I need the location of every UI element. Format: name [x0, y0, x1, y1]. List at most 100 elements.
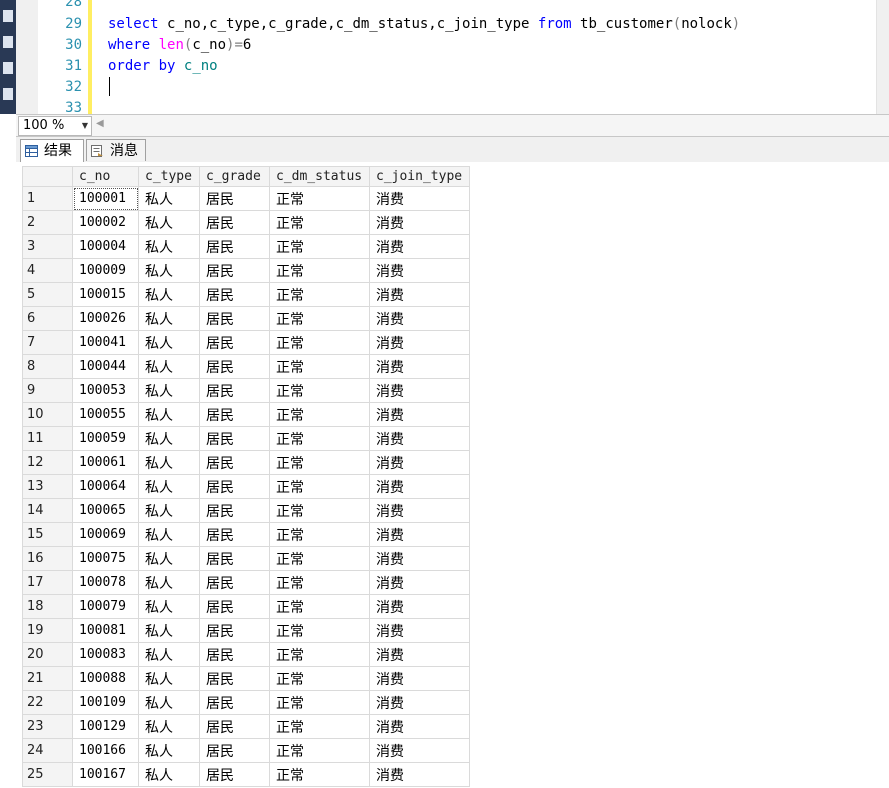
table-row[interactable]: 25 100167 私人 居民 正常 消费: [22, 762, 470, 787]
cell-c-join-type[interactable]: 消费: [369, 402, 470, 427]
cell-c-join-type[interactable]: 消费: [369, 618, 470, 643]
row-number-cell[interactable]: 25: [22, 762, 73, 787]
cell-c-join-type[interactable]: 消费: [369, 666, 470, 691]
cell-c-join-type[interactable]: 消费: [369, 306, 470, 331]
cell-c-type[interactable]: 私人: [138, 234, 200, 259]
table-row[interactable]: 19 100081 私人 居民 正常 消费: [22, 618, 470, 643]
cell-c-no[interactable]: 100081: [72, 618, 139, 643]
cell-c-dm-status[interactable]: 正常: [269, 330, 370, 355]
cell-c-join-type[interactable]: 消费: [369, 426, 470, 451]
grid-corner[interactable]: [22, 166, 73, 187]
cell-c-type[interactable]: 私人: [138, 570, 200, 595]
table-row[interactable]: 21 100088 私人 居民 正常 消费: [22, 666, 470, 691]
row-number-cell[interactable]: 8: [22, 354, 73, 379]
cell-c-no[interactable]: 100055: [72, 402, 139, 427]
cell-c-type[interactable]: 私人: [138, 498, 200, 523]
column-header-c-join-type[interactable]: c_join_type: [369, 166, 470, 187]
cell-c-no[interactable]: 100088: [72, 666, 139, 691]
cell-c-dm-status[interactable]: 正常: [269, 642, 370, 667]
cell-c-type[interactable]: 私人: [138, 522, 200, 547]
cell-c-grade[interactable]: 居民: [199, 570, 270, 595]
cell-c-type[interactable]: 私人: [138, 402, 200, 427]
results-grid[interactable]: c_no c_type c_grade c_dm_status c_join_t…: [22, 166, 470, 787]
toolbox-tab-mark[interactable]: [3, 62, 13, 74]
cell-c-dm-status[interactable]: 正常: [269, 210, 370, 235]
cell-c-dm-status[interactable]: 正常: [269, 570, 370, 595]
cell-c-grade[interactable]: 居民: [199, 210, 270, 235]
cell-c-join-type[interactable]: 消费: [369, 450, 470, 475]
table-row[interactable]: 2 100002 私人 居民 正常 消费: [22, 210, 470, 235]
row-number-cell[interactable]: 7: [22, 330, 73, 355]
cell-c-no[interactable]: 100079: [72, 594, 139, 619]
cell-c-type[interactable]: 私人: [138, 474, 200, 499]
row-number-cell[interactable]: 17: [22, 570, 73, 595]
table-row[interactable]: 3 100004 私人 居民 正常 消费: [22, 234, 470, 259]
results-grid-area[interactable]: c_no c_type c_grade c_dm_status c_join_t…: [16, 162, 889, 788]
table-row[interactable]: 13 100064 私人 居民 正常 消费: [22, 474, 470, 499]
cell-c-no[interactable]: 100075: [72, 546, 139, 571]
table-row[interactable]: 10 100055 私人 居民 正常 消费: [22, 402, 470, 427]
cell-c-type[interactable]: 私人: [138, 546, 200, 571]
tab-messages[interactable]: 消息: [86, 139, 146, 161]
cell-c-type[interactable]: 私人: [138, 330, 200, 355]
cell-c-dm-status[interactable]: 正常: [269, 546, 370, 571]
cell-c-dm-status[interactable]: 正常: [269, 378, 370, 403]
cell-c-dm-status[interactable]: 正常: [269, 666, 370, 691]
cell-c-join-type[interactable]: 消费: [369, 210, 470, 235]
row-number-cell[interactable]: 23: [22, 714, 73, 739]
cell-c-grade[interactable]: 居民: [199, 546, 270, 571]
table-row[interactable]: 17 100078 私人 居民 正常 消费: [22, 570, 470, 595]
cell-c-grade[interactable]: 居民: [199, 258, 270, 283]
chevron-down-icon[interactable]: ▼: [79, 117, 91, 135]
cell-c-dm-status[interactable]: 正常: [269, 714, 370, 739]
cell-c-no[interactable]: 100069: [72, 522, 139, 547]
cell-c-no[interactable]: 100002: [72, 210, 139, 235]
cell-c-type[interactable]: 私人: [138, 426, 200, 451]
query-editor[interactable]: 28 29 30 31 32 33 select c_no,c_type,c_g…: [0, 0, 889, 114]
cell-c-grade[interactable]: 居民: [199, 498, 270, 523]
cell-c-dm-status[interactable]: 正常: [269, 306, 370, 331]
row-number-cell[interactable]: 19: [22, 618, 73, 643]
cell-c-grade[interactable]: 居民: [199, 330, 270, 355]
row-number-cell[interactable]: 2: [22, 210, 73, 235]
table-row[interactable]: 15 100069 私人 居民 正常 消费: [22, 522, 470, 547]
cell-c-no[interactable]: 100053: [72, 378, 139, 403]
cell-c-grade[interactable]: 居民: [199, 354, 270, 379]
cell-c-join-type[interactable]: 消费: [369, 282, 470, 307]
cell-c-grade[interactable]: 居民: [199, 618, 270, 643]
column-header-c-grade[interactable]: c_grade: [199, 166, 270, 187]
cell-c-join-type[interactable]: 消费: [369, 594, 470, 619]
cell-c-type[interactable]: 私人: [138, 618, 200, 643]
cell-c-join-type[interactable]: 消费: [369, 186, 470, 211]
cell-c-no[interactable]: 100004: [72, 234, 139, 259]
cell-c-no[interactable]: 100167: [72, 762, 139, 787]
cell-c-dm-status[interactable]: 正常: [269, 522, 370, 547]
table-row[interactable]: 18 100079 私人 居民 正常 消费: [22, 594, 470, 619]
row-number-cell[interactable]: 22: [22, 690, 73, 715]
cell-c-no[interactable]: 100026: [72, 306, 139, 331]
tab-results[interactable]: 结果: [20, 139, 84, 163]
cell-c-grade[interactable]: 居民: [199, 402, 270, 427]
table-row[interactable]: 23 100129 私人 居民 正常 消费: [22, 714, 470, 739]
cell-c-type[interactable]: 私人: [138, 642, 200, 667]
cell-c-grade[interactable]: 居民: [199, 714, 270, 739]
row-number-cell[interactable]: 24: [22, 738, 73, 763]
cell-c-no[interactable]: 100065: [72, 498, 139, 523]
cell-c-type[interactable]: 私人: [138, 690, 200, 715]
cell-c-join-type[interactable]: 消费: [369, 258, 470, 283]
table-row[interactable]: 1 100001 私人 居民 正常 消费: [22, 186, 470, 211]
row-number-cell[interactable]: 20: [22, 642, 73, 667]
row-number-cell[interactable]: 10: [22, 402, 73, 427]
cell-c-grade[interactable]: 居民: [199, 234, 270, 259]
cell-c-dm-status[interactable]: 正常: [269, 402, 370, 427]
cell-c-grade[interactable]: 居民: [199, 666, 270, 691]
cell-c-type[interactable]: 私人: [138, 258, 200, 283]
cell-c-dm-status[interactable]: 正常: [269, 426, 370, 451]
table-row[interactable]: 20 100083 私人 居民 正常 消费: [22, 642, 470, 667]
cell-c-grade[interactable]: 居民: [199, 690, 270, 715]
cell-c-no[interactable]: 100129: [72, 714, 139, 739]
cell-c-grade[interactable]: 居民: [199, 426, 270, 451]
table-row[interactable]: 12 100061 私人 居民 正常 消费: [22, 450, 470, 475]
cell-c-dm-status[interactable]: 正常: [269, 354, 370, 379]
cell-c-dm-status[interactable]: 正常: [269, 282, 370, 307]
